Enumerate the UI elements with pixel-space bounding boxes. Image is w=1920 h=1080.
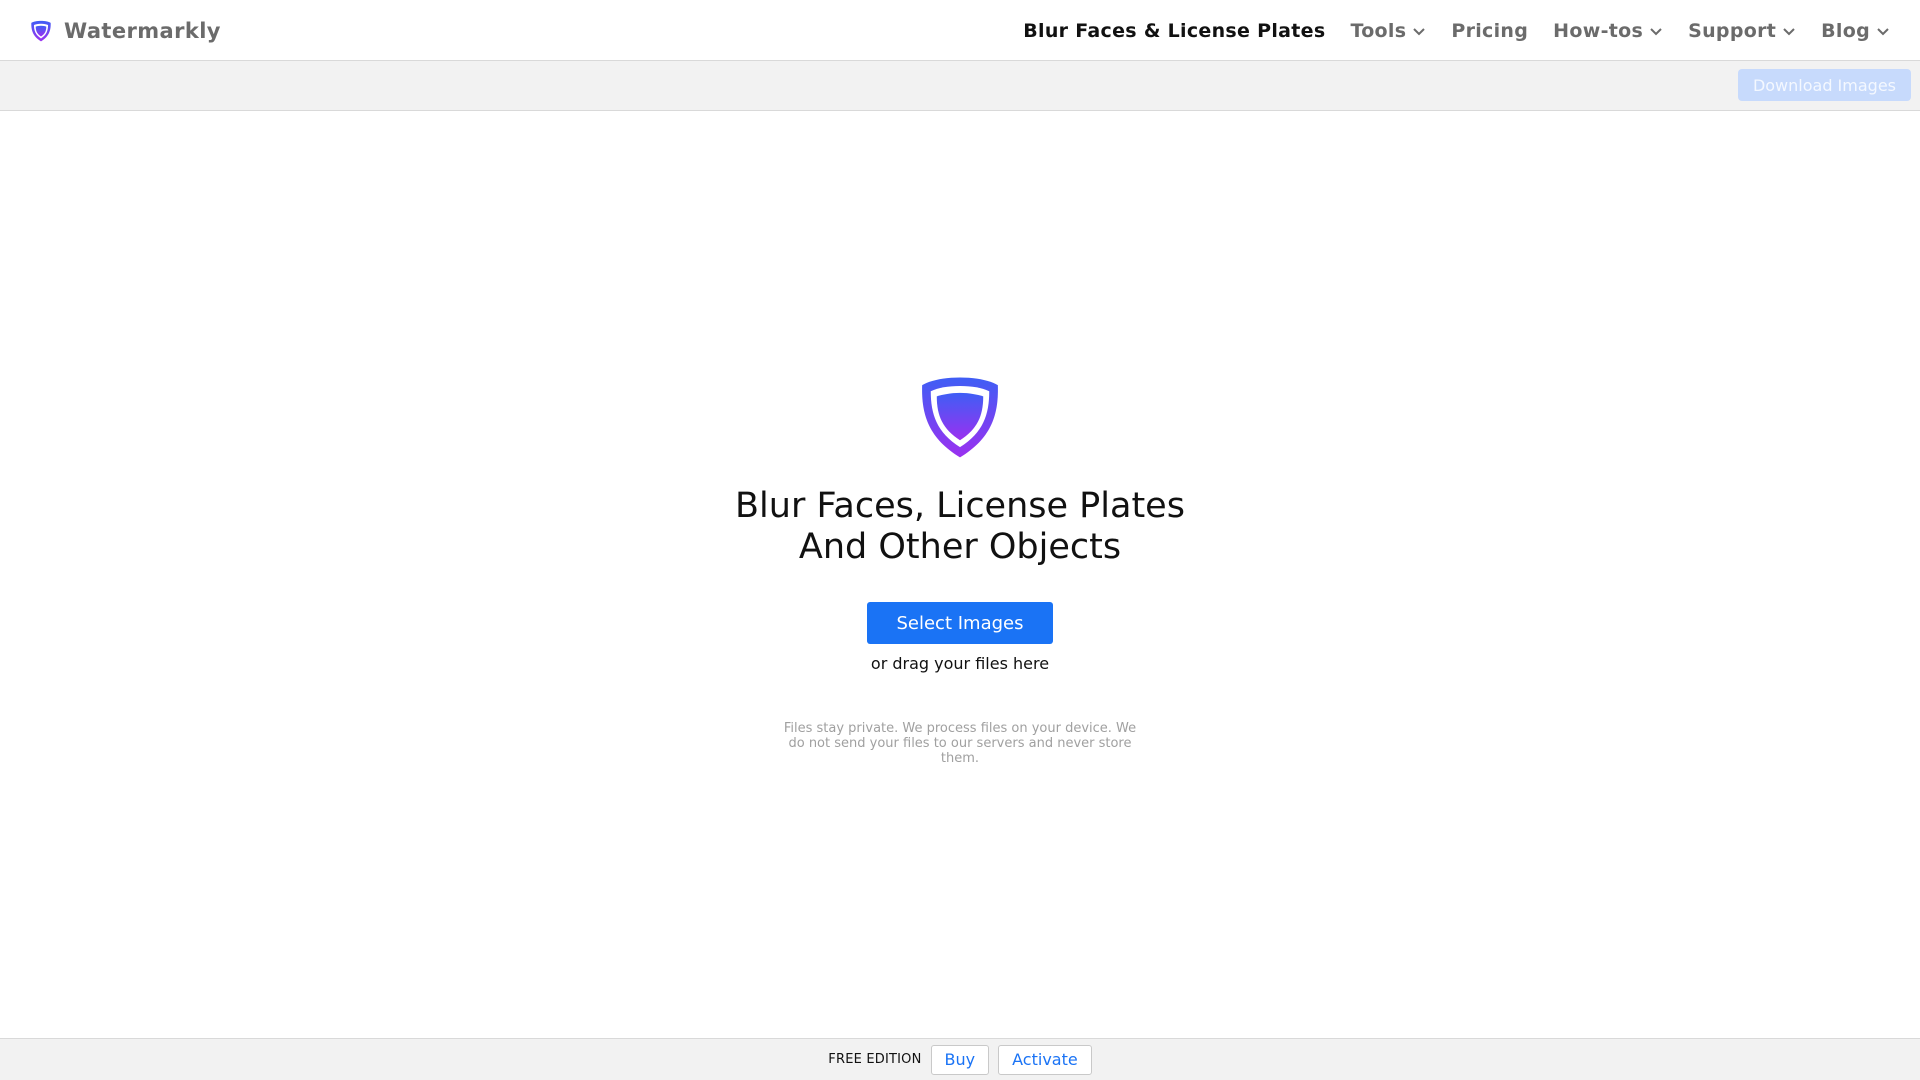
nav-support-label: Support [1688, 19, 1777, 42]
brand-logo-link[interactable]: Watermarkly [30, 0, 221, 61]
drop-zone[interactable]: Blur Faces, License Plates And Other Obj… [0, 111, 1920, 1038]
nav-how-tos-label: How-tos [1553, 19, 1644, 42]
nav-blur-faces[interactable]: Blur Faces & License Plates [1023, 20, 1325, 42]
nav-tools-label: Tools [1350, 19, 1407, 42]
shield-icon [31, 20, 51, 41]
nav-pricing-label: Pricing [1451, 19, 1529, 42]
chevron-down-icon [1783, 27, 1795, 35]
chevron-down-icon [1413, 27, 1426, 35]
shield-icon [922, 377, 998, 458]
nav-support[interactable]: Support [1688, 20, 1796, 42]
brand-name: Watermarkly [64, 18, 221, 43]
top-navigation: Watermarkly Blur Faces & License Plates … [0, 0, 1920, 61]
select-images-button[interactable]: Select Images [867, 602, 1053, 644]
buy-button[interactable]: Buy [930, 1044, 990, 1075]
chevron-down-icon [1877, 27, 1889, 35]
nav-blog-label: Blog [1821, 19, 1870, 42]
footer-bar: FREE EDITION Buy Activate [0, 1038, 1920, 1080]
download-images-button[interactable]: Download Images [1737, 69, 1911, 101]
page-title: Blur Faces, License Plates And Other Obj… [735, 486, 1185, 568]
page-title-line-2: And Other Objects [798, 527, 1122, 567]
nav-pricing[interactable]: Pricing [1451, 20, 1528, 42]
chevron-down-icon [1650, 27, 1662, 35]
nav-blog[interactable]: Blog [1821, 20, 1890, 42]
nav-how-tos[interactable]: How-tos [1553, 20, 1663, 42]
drag-hint: or drag your files here [870, 654, 1050, 673]
activate-button[interactable]: Activate [998, 1044, 1092, 1075]
page-title-line-1: Blur Faces, License Plates [735, 486, 1185, 526]
edition-label: FREE EDITION [828, 1052, 922, 1067]
toolbar: Download Images [0, 61, 1920, 111]
main-menu: Blur Faces & License Plates Tools Pricin… [1023, 0, 1890, 61]
nav-blur-faces-label: Blur Faces & License Plates [1023, 19, 1326, 42]
nav-tools[interactable]: Tools [1350, 20, 1426, 42]
privacy-note: Files stay private. We process files on … [783, 721, 1137, 766]
